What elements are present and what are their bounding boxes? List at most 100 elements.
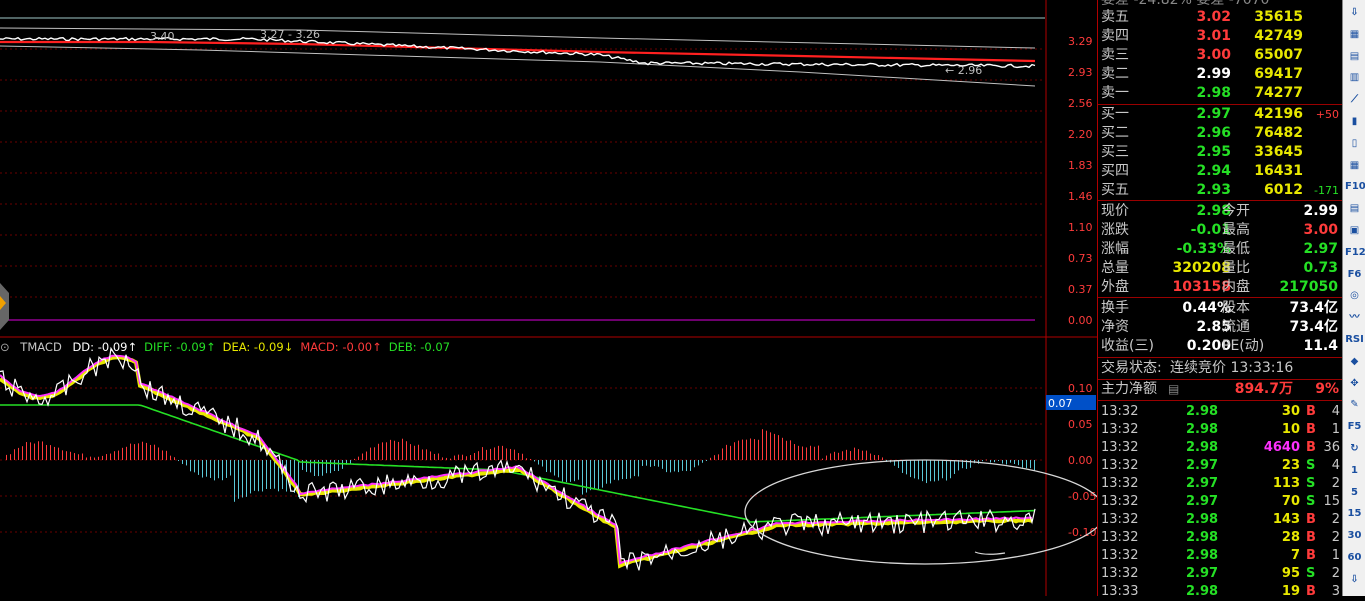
- macd-bar: [246, 460, 247, 497]
- main-flow-row[interactable]: 主力净额 ▤ 894.7万 9%: [1098, 380, 1343, 399]
- quote-row: 涨幅 -0.33% 最低 2.97: [1098, 240, 1343, 259]
- macd-bar: [454, 455, 455, 460]
- price-tick-label: 0.00: [1068, 314, 1093, 327]
- macd-bar: [394, 440, 395, 460]
- price-tick-label: 0.37: [1068, 283, 1093, 296]
- quote-label: 外盘: [1101, 279, 1129, 295]
- table-icon[interactable]: ▥: [1345, 69, 1364, 86]
- settings-icon[interactable]: ⊙: [0, 340, 10, 354]
- bid-row[interactable]: 买三 2.95 33645: [1098, 143, 1343, 162]
- ask-row[interactable]: 卖五 3.02 35615: [1098, 8, 1343, 27]
- macd-bar: [1034, 460, 1035, 471]
- list-icon[interactable]: ▤: [1345, 48, 1364, 65]
- bid-row[interactable]: 买二 2.96 76482: [1098, 124, 1343, 143]
- macd-bar: [198, 460, 199, 475]
- scroll-down-icon[interactable]: ⇩: [1345, 571, 1364, 588]
- macd-bar: [142, 441, 143, 460]
- candle-chart-icon[interactable]: ▮: [1345, 113, 1364, 130]
- trade-time: 13:32: [1101, 512, 1139, 527]
- trade-count: 2: [1331, 512, 1340, 527]
- f6-icon[interactable]: F6: [1345, 266, 1364, 283]
- macd-bar: [994, 460, 995, 463]
- level-volume: 74277: [1254, 85, 1303, 101]
- macd-bar: [510, 448, 511, 460]
- main-flow-menu-icon[interactable]: ▤: [1168, 380, 1179, 399]
- macd-bar: [938, 460, 939, 481]
- circle-icon[interactable]: ◎: [1345, 287, 1364, 304]
- ask-row[interactable]: 卖一 2.98 74277: [1098, 84, 1343, 103]
- line-chart-icon[interactable]: ⟋: [1345, 91, 1364, 108]
- ask-row[interactable]: 卖四 3.01 42749: [1098, 27, 1343, 46]
- macd-bar: [746, 439, 747, 460]
- macd-bar: [26, 442, 27, 460]
- f12-icon[interactable]: F12: [1345, 244, 1365, 261]
- macd-bar: [54, 446, 55, 460]
- trade-row: 13:32 2.97 113 S 2: [1098, 475, 1343, 493]
- macd-bar: [126, 446, 127, 460]
- trade-side: S: [1306, 494, 1316, 509]
- trade-side: B: [1306, 548, 1316, 563]
- macd-bar: [1006, 460, 1007, 465]
- macd-bar: [46, 444, 47, 460]
- trade-volume: 10: [1281, 422, 1300, 437]
- trade-volume: 28: [1281, 530, 1300, 545]
- macd-bar: [906, 460, 907, 475]
- indicator-name[interactable]: TMACD: [20, 340, 62, 354]
- refresh-icon[interactable]: ↻: [1345, 440, 1364, 457]
- bar-icon[interactable]: ▯: [1345, 135, 1364, 152]
- gem-icon[interactable]: ◆: [1345, 353, 1364, 370]
- pencil-icon[interactable]: ✎: [1345, 396, 1364, 413]
- period-60-icon[interactable]: 60: [1345, 549, 1364, 566]
- f10-icon[interactable]: F10: [1345, 178, 1365, 195]
- macd-bar: [982, 460, 983, 462]
- trade-volume: 19: [1281, 584, 1300, 599]
- page-icon[interactable]: ▣: [1345, 222, 1364, 239]
- download-icon[interactable]: ⇩: [1345, 4, 1364, 21]
- macd-bar: [106, 454, 107, 460]
- trade-count: 2: [1331, 476, 1340, 491]
- macd-bar: [898, 460, 899, 469]
- wave-icon[interactable]: 〰: [1345, 309, 1364, 326]
- macd-bar: [530, 458, 531, 460]
- grid-icon[interactable]: ▦: [1345, 26, 1364, 43]
- quote-label: 净资: [1101, 319, 1129, 335]
- macd-bar: [774, 433, 775, 460]
- macd-bar: [502, 445, 503, 460]
- quote-label: 内盘: [1222, 279, 1250, 295]
- bid-row[interactable]: 买四 2.94 16431: [1098, 162, 1343, 181]
- quote-row: 涨跌 -0.01 最高 3.00: [1098, 221, 1343, 240]
- rsi-icon[interactable]: RSI: [1345, 331, 1364, 348]
- macd-bar: [122, 447, 123, 460]
- period-30-icon[interactable]: 30: [1345, 527, 1364, 544]
- macd-bar: [826, 455, 827, 460]
- grid2-icon[interactable]: ▦: [1345, 157, 1364, 174]
- trade-time: 13:32: [1101, 548, 1139, 563]
- indicator-tick-label: 0.05: [1068, 418, 1093, 431]
- trade-price: 2.98: [1186, 584, 1219, 599]
- period-15-icon[interactable]: 15: [1345, 505, 1364, 522]
- doc-icon[interactable]: ▤: [1345, 200, 1364, 217]
- macd-bar: [814, 446, 815, 460]
- trade-price: 2.98: [1186, 530, 1219, 545]
- bid-row[interactable]: 买一 2.97 42196 +50: [1098, 105, 1343, 124]
- level-price: 2.94: [1196, 163, 1231, 179]
- macd-bar: [218, 460, 219, 479]
- ask-row[interactable]: 卖三 3.00 65007: [1098, 46, 1343, 65]
- macd-bar: [414, 445, 415, 460]
- macd-bar: [430, 451, 431, 460]
- trade-time: 13:32: [1101, 458, 1139, 473]
- move-icon[interactable]: ✥: [1345, 375, 1364, 392]
- macd-bar: [866, 450, 867, 460]
- period-1-icon[interactable]: 1: [1345, 462, 1364, 479]
- legend-item: MACD: -0.00↑: [300, 340, 382, 354]
- ask-row[interactable]: 卖二 2.99 69417: [1098, 65, 1343, 84]
- f5-icon[interactable]: F5: [1345, 418, 1364, 435]
- chart-area[interactable]: 3.29 2.93 2.56 2.20 1.83 1.46 1.10 0.73 0.37 0.00…: [0, 0, 1097, 596]
- macd-bar: [914, 460, 915, 479]
- period-5-icon[interactable]: 5: [1345, 484, 1364, 501]
- price-annotation: 3.27 - 3.26: [260, 28, 320, 41]
- macd-bar: [238, 460, 239, 499]
- bid-row[interactable]: 买五 2.93 6012 -171: [1098, 181, 1343, 200]
- macd-bar: [442, 457, 443, 460]
- trade-side: S: [1306, 566, 1316, 581]
